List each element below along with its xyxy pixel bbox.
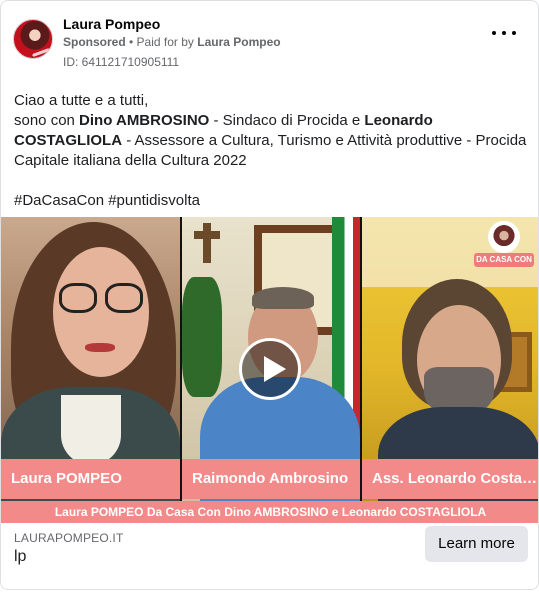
post-body: Ciao a tutte e a tutti, sono con Dino AM… — [14, 91, 529, 171]
logo-portrait — [488, 221, 520, 253]
ad-post-card: Laura Pompeo Sponsored • Paid for by Lau… — [0, 0, 539, 590]
play-icon[interactable] — [239, 338, 301, 400]
paid-for-prefix: • Paid for by — [129, 35, 194, 49]
post-header: Laura Pompeo Sponsored • Paid for by Lau… — [13, 13, 526, 75]
intro-paragraph: sono con Dino AMBROSINO - Sindaco di Pro… — [14, 112, 527, 169]
link-title: lp — [14, 548, 27, 565]
speaker-label-1: Laura POMPEO — [1, 459, 180, 499]
sponsored-label: Sponsored — [63, 35, 126, 49]
more-options-icon[interactable] — [492, 25, 516, 41]
learn-more-button[interactable]: Learn more — [425, 526, 528, 562]
link-domain: LAURAPOMPEO.IT — [14, 531, 124, 545]
da-casa-con-logo: DA CASA CON — [474, 221, 534, 271]
ad-id: ID: 641121710905111 — [63, 55, 180, 69]
speaker-label-3: Ass. Leonardo Costagliola — [362, 459, 538, 499]
signature-mark — [32, 48, 50, 57]
speaker-label-2: Raimondo Ambrosino — [182, 459, 360, 499]
page-name[interactable]: Laura Pompeo — [63, 16, 160, 32]
logo-label: DA CASA CON — [474, 253, 534, 267]
link-footer[interactable]: LAURAPOMPEO.IT lp Learn more — [1, 523, 538, 589]
guest-1-name: Dino AMBROSINO — [79, 112, 210, 129]
greeting-line: Ciao a tutte e a tutti, — [14, 92, 149, 109]
sponsored-meta: Sponsored • Paid for by Laura Pompeo — [63, 35, 281, 49]
video-caption-strip: Laura POMPEO Da Casa Con Dino AMBROSINO … — [1, 501, 538, 523]
page-avatar[interactable] — [13, 19, 53, 59]
video-player[interactable]: DA CASA CON Laura POMPEO Raimondo Ambros… — [1, 217, 538, 523]
hashtags[interactable]: #DaCasaCon #puntidisvolta — [14, 191, 200, 211]
payer-name[interactable]: Laura Pompeo — [197, 35, 280, 49]
